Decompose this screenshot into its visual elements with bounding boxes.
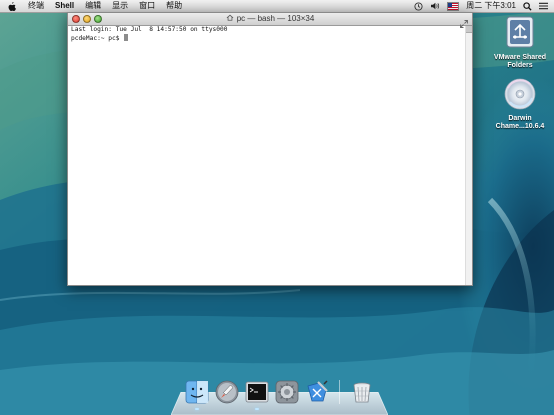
menu-view[interactable]: 显示 — [112, 0, 128, 12]
desktop-item-label-line1: Darwin — [508, 115, 532, 122]
launchpad-icon[interactable] — [215, 380, 239, 404]
trash-icon[interactable] — [350, 380, 374, 404]
prompt-line: pcdeMac:~ pc$ — [71, 34, 463, 43]
xcode-icon[interactable] — [305, 380, 329, 404]
disc-icon — [485, 78, 554, 115]
menu-edit[interactable]: 编辑 — [85, 0, 101, 12]
time-machine-icon[interactable] — [414, 1, 423, 11]
menu-help[interactable]: 帮助 — [166, 0, 182, 12]
network-drive-icon — [485, 15, 554, 54]
dock-separator — [339, 380, 340, 404]
desktop: 终端 Shell 编辑 显示 窗口 帮助 周二 下午3:01 pc — bash… — [0, 0, 554, 415]
vertical-scrollbar[interactable] — [465, 26, 472, 285]
menu-terminal[interactable]: 终端 — [28, 0, 44, 12]
menubar-clock[interactable]: 周二 下午3:01 — [466, 0, 516, 12]
volume-icon[interactable] — [430, 2, 440, 10]
list-icon[interactable] — [539, 2, 548, 10]
terminal-icon[interactable] — [245, 380, 269, 410]
running-indicator — [195, 408, 199, 410]
scroll-button[interactable] — [466, 26, 472, 33]
search-icon[interactable] — [523, 1, 532, 11]
window-title-text: pc — bash — 103×34 — [236, 14, 315, 23]
window-titlebar[interactable]: pc — bash — 103×34 — [68, 13, 472, 28]
apple-icon[interactable] — [8, 0, 18, 12]
prompt-text: pcdeMac:~ pc$ — [71, 35, 124, 42]
terminal-window[interactable]: pc — bash — 103×34 Last login: Tue Jul 8… — [67, 12, 473, 286]
input-flag-icon[interactable] — [447, 1, 460, 11]
running-indicator — [255, 408, 259, 410]
window-title: pc — bash — 103×34 — [68, 13, 472, 25]
status-area: 周二 下午3:01 — [414, 0, 548, 12]
desktop-item-label-line1: VMware Shared — [493, 54, 547, 61]
desktop-item-label-line2: Folders — [507, 62, 533, 69]
desktop-item-label-line2: Chame...10.6.4 — [495, 123, 545, 130]
last-login-line: Last login: Tue Jul 8 14:57:50 on ttys00… — [71, 26, 228, 33]
desktop-item-vmware-shared-folders[interactable]: VMware Shared Folders — [485, 15, 554, 70]
menu-shell[interactable]: Shell — [55, 0, 74, 12]
fullscreen-icon[interactable] — [460, 15, 468, 28]
system-preferences-icon[interactable] — [275, 380, 299, 404]
desktop-item-darwin-disc[interactable]: Darwin Chame...10.6.4 — [485, 78, 554, 131]
finder-icon[interactable] — [185, 380, 209, 410]
terminal-output[interactable]: Last login: Tue Jul 8 14:57:50 on ttys00… — [68, 26, 466, 285]
home-folder-icon — [226, 13, 234, 25]
dock — [185, 380, 374, 410]
text-cursor — [124, 34, 129, 41]
menu-window[interactable]: 窗口 — [139, 0, 155, 12]
